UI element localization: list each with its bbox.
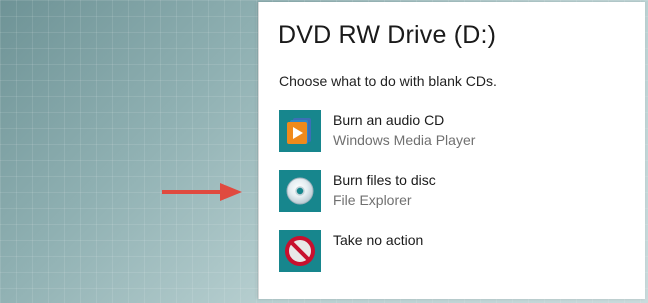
media-player-icon (279, 110, 321, 152)
option-burn-files-to-disc[interactable]: Burn files to disc File Explorer (279, 170, 619, 214)
option-burn-audio-cd[interactable]: Burn an audio CD Windows Media Player (279, 110, 619, 154)
option-app: Windows Media Player (333, 132, 476, 148)
autoplay-panel: DVD RW Drive (D:) Choose what to do with… (258, 2, 645, 299)
panel-subtitle: Choose what to do with blank CDs. (279, 73, 497, 89)
option-label: Burn files to disc (333, 172, 436, 188)
panel-title: DVD RW Drive (D:) (278, 21, 497, 49)
disc-icon (279, 170, 321, 212)
option-label: Take no action (333, 232, 424, 248)
no-action-icon (279, 230, 321, 272)
option-take-no-action[interactable]: Take no action (279, 230, 619, 274)
pointer-arrow (162, 183, 242, 201)
option-label: Burn an audio CD (333, 112, 445, 128)
option-app: File Explorer (333, 192, 412, 208)
